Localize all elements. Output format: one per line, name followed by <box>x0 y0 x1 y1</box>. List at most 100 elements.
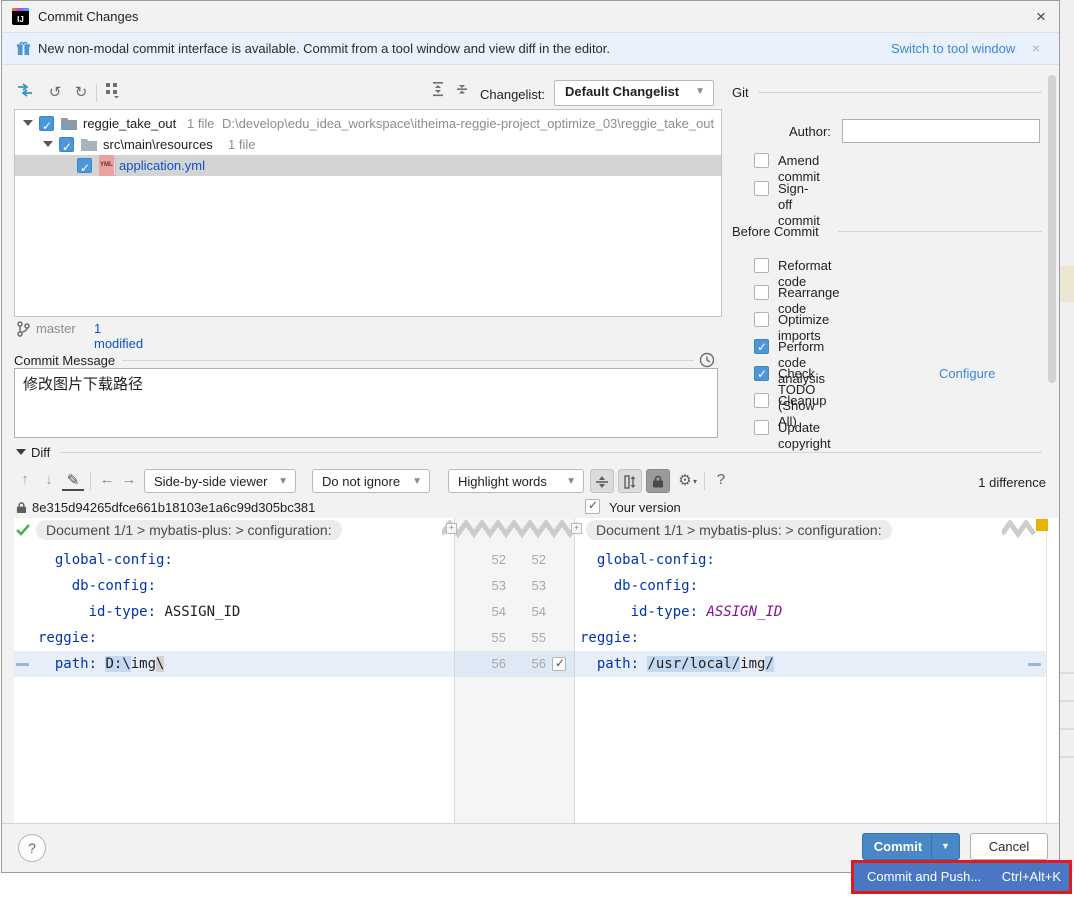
tree-row-folder[interactable]: src\main\resources 1 file <box>15 134 721 155</box>
commit-split-button[interactable]: Commit ▼ <box>862 833 960 860</box>
apply-left-icon[interactable]: ← <box>96 469 118 491</box>
signoff-checkbox[interactable] <box>754 181 769 196</box>
commit-dropdown-arrow[interactable]: ▼ <box>931 834 959 859</box>
code-line: global-config: <box>580 547 715 573</box>
intellij-logo-icon: IJ <box>12 8 29 25</box>
reformat-checkbox[interactable] <box>754 258 769 273</box>
changes-tree: reggie_take_out 1 file D:\develop\edu_id… <box>14 109 722 317</box>
diff-collapse-icon[interactable] <box>16 449 26 455</box>
lock-icon[interactable] <box>646 469 670 493</box>
file-checkbox[interactable] <box>77 158 92 173</box>
collapse-unchanged-icon[interactable] <box>590 469 614 493</box>
commit-changes-dialog: IJ Commit Changes × New non-modal commit… <box>1 0 1060 873</box>
code-line: global-config: <box>38 547 173 573</box>
code-line: id-type: ASSIGN_ID <box>580 599 782 625</box>
include-change-checkbox[interactable] <box>552 657 566 671</box>
banner-message: New non-modal commit interface is availa… <box>38 41 610 56</box>
code-analysis-checkbox[interactable] <box>754 339 769 354</box>
help-icon[interactable]: ? <box>710 469 732 491</box>
left-breadcrumb: Document 1/1 > mybatis-plus: > configura… <box>36 520 342 540</box>
git-section-title: Git <box>732 85 749 100</box>
rearrange-checkbox[interactable] <box>754 285 769 300</box>
change-dash-right <box>1028 663 1041 666</box>
highlight-mode-dropdown[interactable]: Highlight words▼ <box>448 469 584 493</box>
changelist-dropdown[interactable]: Default Changelist ▼ <box>554 80 714 106</box>
ignore-mode-dropdown[interactable]: Do not ignore▼ <box>312 469 430 493</box>
folded-region-zigzag <box>442 520 582 538</box>
background-ide <box>1059 0 1074 872</box>
expand-fold-icon[interactable]: + <box>571 523 582 534</box>
your-version-checkbox[interactable] <box>585 499 600 514</box>
branch-name: master <box>36 321 76 336</box>
author-input[interactable] <box>842 119 1040 143</box>
help-button[interactable]: ? <box>18 834 46 862</box>
check-todo-checkbox[interactable] <box>754 366 769 381</box>
window-close-icon[interactable]: × <box>1030 6 1052 28</box>
folder-checkbox[interactable] <box>59 137 74 152</box>
amend-checkbox[interactable] <box>754 153 769 168</box>
edit-source-icon[interactable]: ✎ <box>62 471 84 491</box>
line-number: 55 <box>510 625 546 651</box>
commit-button[interactable]: Commit <box>863 834 933 859</box>
folded-region-zigzag <box>1002 520 1036 538</box>
menu-item-shortcut: Ctrl+Alt+K <box>1002 869 1061 884</box>
git-branch-icon <box>16 321 30 337</box>
line-number: 52 <box>510 547 546 573</box>
modified-count-link[interactable]: 1 modified <box>94 321 143 351</box>
refresh-changes-icon[interactable] <box>16 81 38 103</box>
green-check-icon <box>16 524 30 536</box>
module-checkbox[interactable] <box>39 116 54 131</box>
code-line: id-type: ASSIGN_ID <box>38 599 240 625</box>
configure-link[interactable]: Configure <box>939 366 995 382</box>
code-line: reggie: <box>580 625 639 651</box>
commit-message-input[interactable]: 修改图片下载路径 <box>14 368 718 438</box>
tree-row-file-selected[interactable]: YML application.yml <box>15 155 721 176</box>
difference-count: 1 difference <box>902 475 1046 490</box>
update-copyright-checkbox[interactable] <box>754 420 769 435</box>
line-number: 56 <box>470 651 506 677</box>
scrollbar-thumb[interactable] <box>1048 75 1056 383</box>
line-number: 53 <box>470 573 506 599</box>
chevron-expanded-icon[interactable] <box>23 120 33 126</box>
switch-to-tool-window-link[interactable]: Switch to tool window <box>891 41 1015 56</box>
tree-row-module[interactable]: reggie_take_out 1 file D:\develop\edu_id… <box>15 113 721 134</box>
divider <box>758 92 1042 93</box>
apply-right-icon[interactable]: → <box>118 469 140 491</box>
rollback-icon[interactable]: ↺ <box>44 81 66 103</box>
expand-fold-icon[interactable]: + <box>446 523 457 534</box>
commit-and-push-menu-item[interactable]: Commit and Push... Ctrl+Alt+K <box>851 860 1072 894</box>
cleanup-checkbox[interactable] <box>754 393 769 408</box>
code-line: db-config: <box>580 573 698 599</box>
previous-difference-icon[interactable]: ↑ <box>14 469 36 491</box>
code-line: reggie: <box>38 625 97 651</box>
chevron-down-icon: ▼ <box>412 476 422 487</box>
group-by-icon[interactable] <box>104 81 126 103</box>
cancel-button[interactable]: Cancel <box>970 833 1048 860</box>
refresh-icon[interactable]: ↻ <box>70 81 92 103</box>
change-marker-yellow <box>1036 519 1048 531</box>
gift-icon <box>16 41 31 56</box>
next-difference-icon[interactable]: ↓ <box>38 469 60 491</box>
gear-icon[interactable]: ⚙▾ <box>674 469 696 491</box>
file-count: 1 file <box>187 113 214 134</box>
menu-item-label[interactable]: Commit and Push... <box>867 869 981 884</box>
history-clock-icon[interactable] <box>699 352 715 368</box>
right-breadcrumb: Document 1/1 > mybatis-plus: > configura… <box>586 520 892 540</box>
divider <box>122 360 694 361</box>
viewer-mode-dropdown[interactable]: Side-by-side viewer▼ <box>144 469 296 493</box>
chevron-expanded-icon[interactable] <box>43 141 53 147</box>
stripe-divider <box>1046 518 1047 823</box>
synchronize-scrolling-icon[interactable] <box>618 469 642 493</box>
collapse-all-icon[interactable] <box>454 81 476 103</box>
toolbar-separator <box>704 472 705 490</box>
resources-folder-icon <box>81 138 97 151</box>
chevron-down-icon: ▼ <box>695 86 705 97</box>
banner-close-icon[interactable]: × <box>1032 40 1040 56</box>
before-commit-title: Before Commit <box>732 224 819 239</box>
optimize-imports-checkbox[interactable] <box>754 312 769 327</box>
expand-all-icon[interactable] <box>430 81 452 103</box>
module-path: D:\develop\edu_idea_workspace\itheima-re… <box>222 113 714 134</box>
line-number: 55 <box>470 625 506 651</box>
chevron-down-icon: ▼ <box>566 476 576 487</box>
file-count: 1 file <box>228 134 255 155</box>
